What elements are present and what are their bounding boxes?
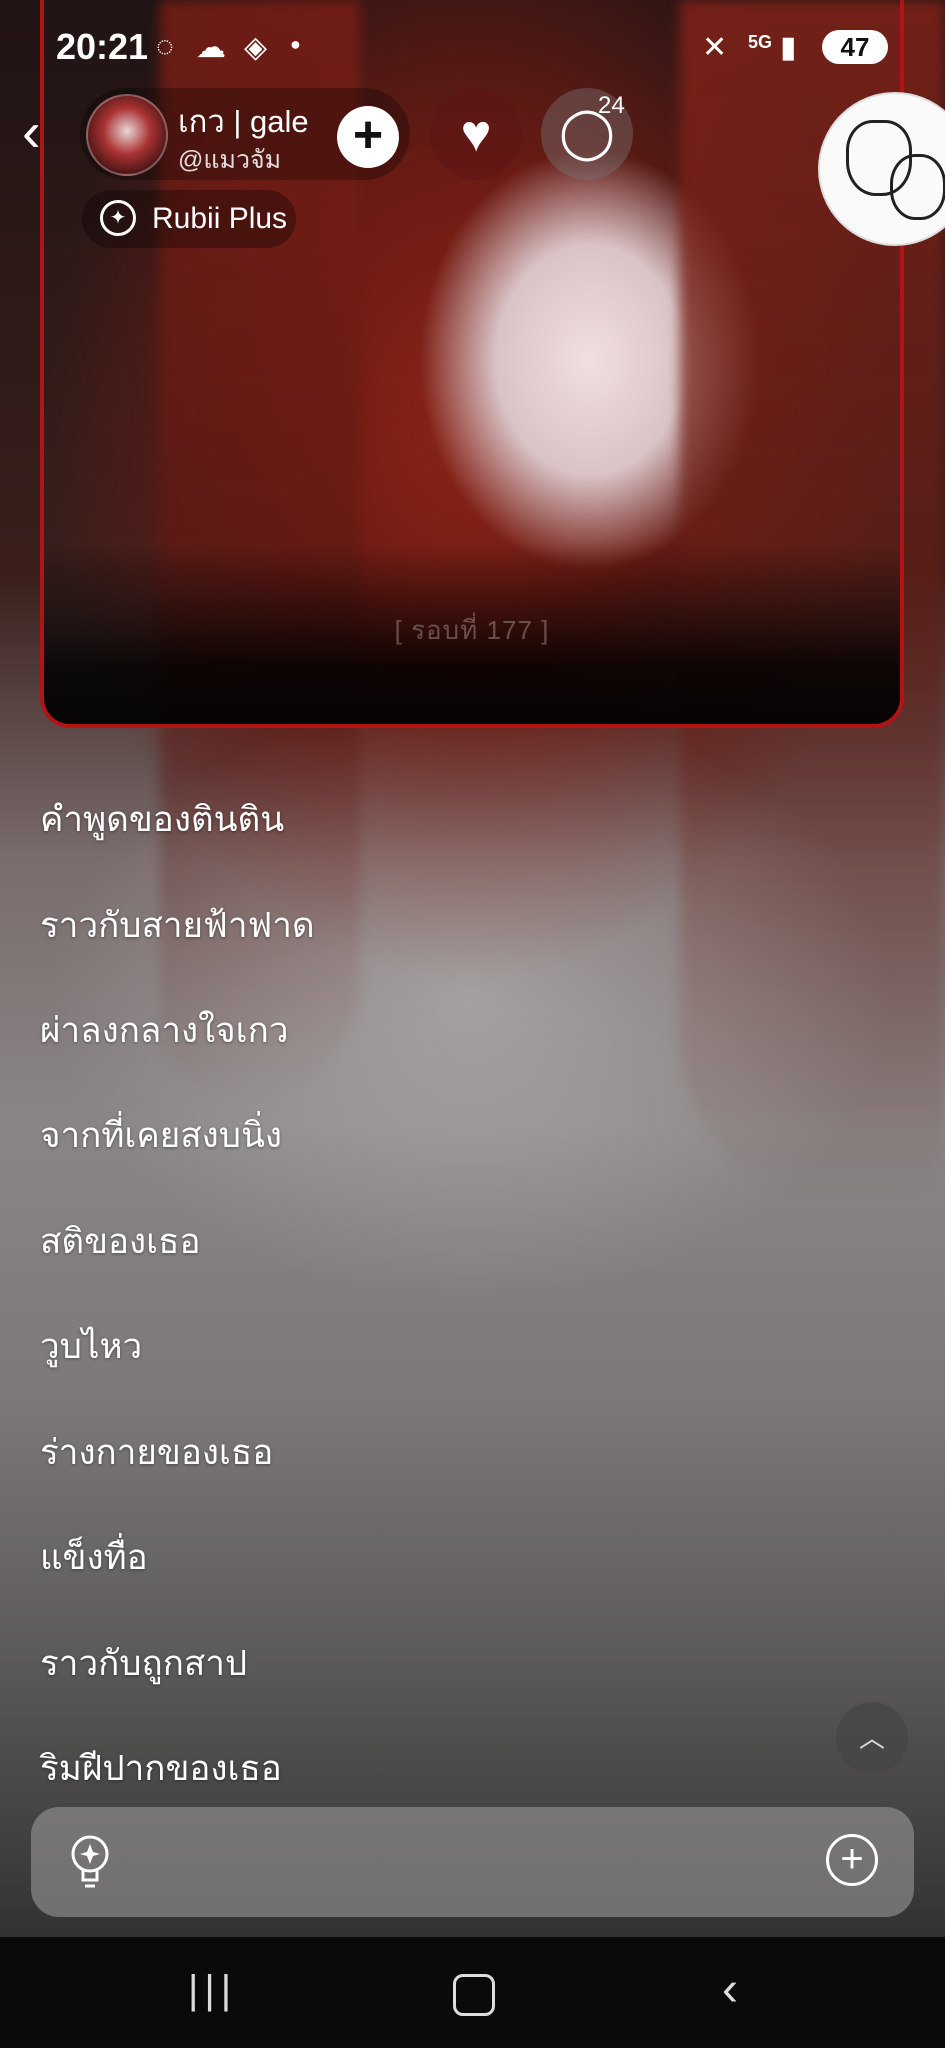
like-button[interactable]: ♥ — [430, 88, 522, 180]
input-bar[interactable] — [31, 1807, 914, 1917]
rubii-plus-label: Rubii Plus — [152, 202, 288, 235]
heart-icon: ♥ — [460, 105, 492, 163]
username: เกว | gale — [178, 104, 309, 139]
scroll-to-top-button[interactable]: ︿ — [836, 1702, 908, 1774]
lightbulb-icon[interactable] — [66, 1834, 114, 1890]
recent-apps-button[interactable]: ||| — [188, 1968, 237, 2013]
chevron-up-icon: ︿ — [858, 1723, 885, 1753]
option-item[interactable]: แข็งทื่อ — [40, 1530, 148, 1585]
diamond-icon: ◈ — [244, 31, 268, 64]
option-item[interactable]: ริมฝีปากของเธอ — [40, 1741, 282, 1796]
sticker-face-icon — [890, 154, 945, 220]
dot-icon: ● — [290, 34, 301, 54]
user-handle: @แมวจัม — [178, 146, 282, 174]
5g-icon: 5G — [748, 32, 773, 52]
option-item[interactable]: ร่างกายของเธอ — [40, 1425, 273, 1480]
option-item[interactable]: ราวกับถูกสาป — [40, 1636, 247, 1691]
home-button[interactable] — [453, 1974, 495, 2016]
option-item[interactable]: ราวกับสายฟ้าฟาด — [40, 898, 315, 953]
option-item[interactable]: จากที่เคยสงบนิ่ง — [40, 1108, 282, 1163]
background-shirt — [0, 700, 945, 1300]
messenger-icon: ◌ — [156, 30, 174, 63]
option-item[interactable]: ผ่าลงกลางใจเกว — [40, 1003, 289, 1058]
status-bar: 20:21 ◌ ☁ ◈ ● ✕ 5G ▮ 47 — [0, 0, 945, 96]
comment-count: 24 — [598, 92, 625, 119]
nav-back-button[interactable]: ‹ — [722, 1962, 738, 2017]
option-item[interactable]: วูบไหว — [40, 1319, 142, 1374]
battery-indicator: 47 — [822, 30, 888, 64]
round-label: [ รอบที่ 177 ] — [394, 615, 550, 645]
option-item[interactable]: สติของเธอ — [40, 1214, 200, 1269]
signal-icon: ▮ — [780, 31, 797, 64]
avatar[interactable] — [86, 94, 168, 176]
status-time: 20:21 — [56, 26, 149, 67]
cloud-icon: ☁ — [196, 31, 226, 64]
mute-icon: ✕ — [702, 31, 728, 64]
rubii-plus-icon: ✦ — [100, 200, 136, 236]
back-button[interactable]: ‹ — [22, 104, 41, 160]
option-item[interactable]: คำพูดของตินติน — [40, 792, 284, 847]
add-button[interactable]: + — [826, 1834, 878, 1886]
follow-button[interactable]: + — [337, 106, 399, 168]
